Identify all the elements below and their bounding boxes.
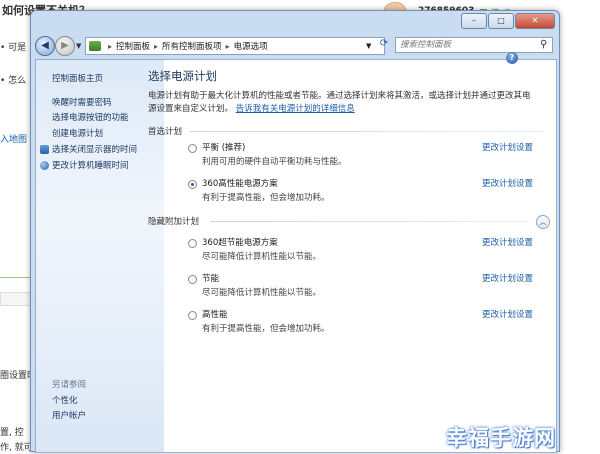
breadcrumb-control-panel[interactable]: 控制面板 — [116, 40, 150, 52]
chevron-right-icon[interactable]: ▸ — [154, 42, 158, 51]
power-options-window: – □ ✕ ◀ ▶ ▼ ▸ 控制面板 ▸ 所有控制面板项 ▸ 电源选项 ▼ ⟳ … — [30, 10, 560, 453]
plan-name-360-high-performance[interactable]: 360高性能电源方案 — [202, 177, 278, 189]
sidebar: 控制面板主页 唤醒时需要密码 选择电源按钮的功能 创建电源计划 选择关闭显示器的… — [36, 60, 164, 452]
control-panel-icon — [89, 41, 101, 51]
chevron-up-icon[interactable]: ︿ — [536, 215, 550, 229]
window-controls: – □ ✕ — [461, 13, 555, 29]
plan-name-power-saver[interactable]: 节能 — [202, 272, 219, 284]
bg-text-line: 置, 控 — [0, 428, 24, 438]
search-icon[interactable]: ⚲ — [540, 39, 547, 50]
description-text: 源设置来自定义计划。 — [148, 104, 234, 114]
plan-desc-360-high-performance: 有利于提高性能，但会增加功耗。 — [202, 193, 330, 203]
address-bar[interactable]: ▸ 控制面板 ▸ 所有控制面板项 ▸ 电源选项 — [85, 37, 385, 55]
watermark-logo: 幸福手游网 — [446, 426, 556, 450]
radio-power-saver[interactable] — [188, 275, 197, 284]
moon-icon — [40, 160, 49, 170]
section-divider — [190, 131, 542, 132]
preferred-plans-label: 首选计划 — [148, 127, 183, 137]
plan-name-balanced[interactable]: 平衡 (推荐) — [202, 141, 245, 153]
maximize-button[interactable]: □ — [488, 13, 514, 29]
sidebar-item-wake-password[interactable]: 唤醒时需要密码 — [52, 96, 112, 108]
sidebar-item-personalization[interactable]: 个性化 — [52, 394, 78, 406]
section-divider — [210, 221, 530, 222]
chevron-right-icon[interactable]: ▸ — [226, 42, 230, 51]
sidebar-item-home[interactable]: 控制面板主页 — [52, 72, 103, 84]
breadcrumb-all-items[interactable]: 所有控制面板项 — [162, 40, 222, 52]
bg-link[interactable]: 入地图 — [0, 132, 27, 145]
plan-name-360-power-saver[interactable]: 360超节能电源方案 — [202, 236, 278, 248]
bg-input[interactable] — [0, 292, 32, 306]
sidebar-item-display-off[interactable]: 选择关闭显示器的时间 — [40, 143, 137, 155]
navigation-bar: ◀ ▶ ▼ ▸ 控制面板 ▸ 所有控制面板项 ▸ 电源选项 ▼ ⟳ ⚲ — [31, 33, 559, 59]
plan-desc-360-power-saver: 尽可能降低计算机性能以节能。 — [202, 252, 322, 262]
radio-360-power-saver[interactable] — [188, 239, 197, 248]
minimize-button[interactable]: – — [461, 13, 487, 29]
description-line-2: 源设置来自定义计划。 告诉我有关电源计划的详细信息 — [148, 102, 355, 114]
address-dropdown-icon[interactable]: ▼ — [366, 42, 371, 50]
plan-desc-balanced: 利用可用的硬件自动平衡功耗与性能。 — [202, 157, 347, 167]
search-input[interactable] — [395, 37, 553, 53]
breadcrumb-power-options[interactable]: 电源选项 — [234, 40, 268, 52]
change-plan-settings-link[interactable]: 更改计划设置 — [482, 272, 533, 284]
sidebar-item-user-accounts[interactable]: 用户帐户 — [52, 409, 86, 421]
refresh-icon[interactable]: ⟳ — [377, 38, 391, 52]
hidden-plans-label: 隐藏附加计划 — [148, 217, 200, 227]
description-line-1: 电源计划有助于最大化计算机的性能或者节能。通过选择计划来将其激活，或选择计划并通… — [148, 91, 531, 101]
change-plan-settings-link[interactable]: 更改计划设置 — [482, 236, 533, 248]
power-plan-info-link[interactable]: 告诉我有关电源计划的详细信息 — [236, 104, 355, 114]
radio-360-high-performance[interactable] — [188, 180, 197, 189]
help-icon[interactable]: ? — [506, 52, 518, 64]
radio-high-performance[interactable] — [188, 311, 197, 320]
radio-balanced[interactable] — [188, 144, 197, 153]
bg-text-line: • 可是 — [0, 43, 27, 53]
divider — [0, 277, 34, 278]
bg-text-line: • 怎么 — [0, 76, 27, 86]
change-plan-settings-link[interactable]: 更改计划设置 — [482, 141, 533, 153]
change-plan-settings-link[interactable]: 更改计划设置 — [482, 177, 533, 189]
plan-name-high-performance[interactable]: 高性能 — [202, 308, 228, 320]
sidebar-item-label: 更改计算机睡眠时间 — [52, 161, 129, 171]
sidebar-item-label: 选择关闭显示器的时间 — [52, 145, 138, 155]
see-also-label: 另请参阅 — [52, 380, 87, 390]
change-plan-settings-link[interactable]: 更改计划设置 — [482, 308, 533, 320]
sidebar-item-sleep-time[interactable]: 更改计算机睡眠时间 — [40, 159, 129, 171]
plan-desc-power-saver: 尽可能降低计算机性能以节能。 — [202, 288, 322, 298]
close-button[interactable]: ✕ — [515, 13, 555, 29]
plan-desc-high-performance: 有利于提高性能，但会增加功耗。 — [202, 324, 330, 334]
sidebar-item-create-plan[interactable]: 创建电源计划 — [52, 127, 103, 139]
page-title: 选择电源计划 — [148, 69, 217, 83]
sidebar-item-power-button[interactable]: 选择电源按钮的功能 — [52, 111, 129, 123]
history-dropdown-icon[interactable]: ▼ — [76, 42, 81, 50]
monitor-icon — [40, 144, 49, 154]
chevron-right-icon[interactable]: ▸ — [108, 42, 112, 51]
forward-button[interactable]: ▶ — [55, 36, 75, 56]
back-button[interactable]: ◀ — [35, 36, 55, 56]
